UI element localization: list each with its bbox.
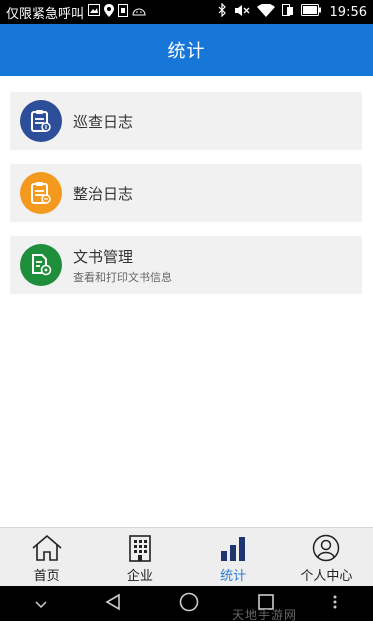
list-item-document-management[interactable]: 文书管理 查看和打印文书信息	[10, 236, 362, 294]
carrier-text: 仅限紧急呼叫	[6, 6, 85, 22]
page-title: 统计	[167, 41, 206, 62]
document-gear-icon	[20, 244, 62, 286]
list-item-title: 巡查日志	[73, 112, 134, 131]
android-icon	[132, 5, 146, 20]
list-item-patrol-log[interactable]: 巡查日志	[10, 92, 362, 150]
bottom-nav: 首页 企业 统计 个人中心	[0, 527, 373, 586]
battery-icon	[300, 4, 321, 20]
watermark: 天地手游网	[232, 608, 298, 622]
status-bar: 仅限紧急呼叫 19:56	[0, 0, 373, 24]
building-icon	[127, 534, 153, 562]
nav-label: 首页	[33, 569, 60, 584]
nav-home[interactable]: 首页	[0, 528, 93, 586]
home-circle-icon[interactable]	[179, 592, 199, 616]
nav-enterprise[interactable]: 企业	[93, 528, 186, 586]
home-icon	[31, 534, 63, 562]
location-icon	[104, 3, 115, 21]
clipboard-icon	[20, 100, 62, 142]
bar-chart-icon	[219, 534, 247, 562]
chevron-down-icon[interactable]	[35, 594, 47, 613]
phone-icon	[281, 4, 294, 20]
clipboard-icon	[20, 172, 62, 214]
nav-profile[interactable]: 个人中心	[280, 528, 373, 586]
list-item-title: 文书管理	[73, 247, 134, 266]
nav-label: 统计	[220, 569, 247, 584]
nav-label: 个人中心	[300, 569, 353, 584]
sim-icon	[118, 3, 129, 21]
more-icon[interactable]	[332, 594, 338, 614]
back-icon[interactable]	[104, 593, 122, 615]
person-icon	[312, 534, 340, 562]
list-item-title: 整治日志	[73, 184, 134, 203]
list-item-rectify-log[interactable]: 整治日志	[10, 164, 362, 222]
bluetooth-icon	[218, 2, 227, 21]
stats-list: 巡查日志 整治日志 文书管理 查看和打印文书信息	[10, 92, 362, 308]
nav-label: 企业	[126, 569, 153, 584]
clock: 19:56	[329, 4, 367, 20]
app-header: 统计	[0, 24, 373, 76]
mute-icon	[234, 4, 250, 21]
nav-statistics[interactable]: 统计	[187, 528, 280, 586]
list-item-subtitle: 查看和打印文书信息	[73, 270, 172, 284]
image-icon	[88, 4, 101, 20]
wifi-icon	[256, 2, 275, 21]
system-nav-bar	[0, 586, 373, 621]
